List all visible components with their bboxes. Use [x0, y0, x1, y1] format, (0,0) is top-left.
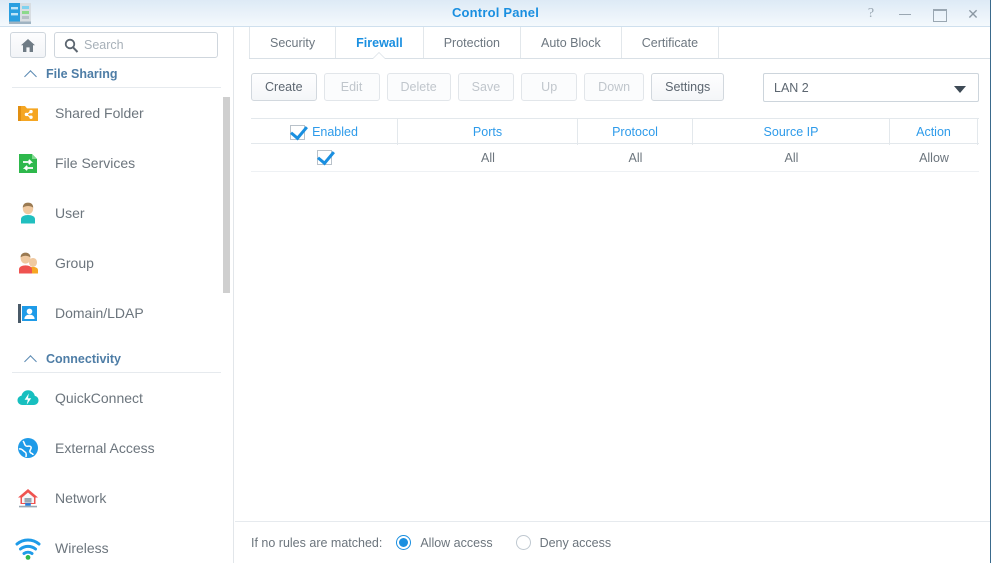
- wireless-icon: [14, 534, 42, 562]
- sidebar-item-label: Domain/LDAP: [55, 305, 144, 321]
- sidebar-item-wireless[interactable]: Wireless: [0, 523, 233, 563]
- table-row[interactable]: All All All Allow: [251, 144, 979, 172]
- network-icon: [14, 484, 42, 512]
- search-box[interactable]: [54, 32, 218, 58]
- sidebar-item-label: External Access: [55, 440, 155, 456]
- select-all-checkbox[interactable]: [290, 124, 306, 140]
- column-header-spacer: [978, 119, 979, 145]
- external-access-icon: [14, 434, 42, 462]
- cell-action: Allow: [919, 150, 949, 165]
- tab-security[interactable]: Security: [249, 27, 337, 58]
- default-rule-radio-group: Allow access Deny access: [396, 535, 625, 550]
- sidebar-item-label: Group: [55, 255, 94, 271]
- sidebar-item-shared-folder[interactable]: Shared Folder: [0, 88, 233, 138]
- cell-enabled[interactable]: [251, 144, 398, 171]
- maximize-icon[interactable]: [931, 6, 947, 22]
- column-header-source-ip[interactable]: Source IP: [693, 119, 890, 145]
- group-icon: [14, 249, 42, 277]
- tab-protection[interactable]: Protection: [424, 27, 521, 58]
- radio-allow-access[interactable]: [396, 535, 412, 550]
- file-services-icon: [14, 149, 42, 177]
- sidebar-section-file-sharing[interactable]: File Sharing: [12, 67, 221, 88]
- column-header-ports[interactable]: Ports: [398, 119, 578, 145]
- up-button[interactable]: Up: [521, 73, 578, 101]
- sidebar-item-label: Shared Folder: [55, 105, 144, 121]
- content-area: Security Firewall Protection Auto Block …: [235, 27, 990, 563]
- tab-firewall[interactable]: Firewall: [336, 27, 424, 58]
- save-button[interactable]: Save: [457, 73, 515, 101]
- radio-deny-access-label[interactable]: Deny access: [540, 536, 612, 550]
- sidebar-item-label: User: [55, 205, 85, 221]
- control-panel-window: Control Panel ? ✕ Search File Sharing Sh…: [0, 0, 991, 563]
- column-header-enabled[interactable]: Enabled: [251, 119, 398, 145]
- home-icon: [20, 38, 36, 53]
- chevron-up-icon: [26, 355, 38, 363]
- sidebar-item-user[interactable]: User: [0, 188, 233, 238]
- sidebar-scroll-area: File Sharing Shared Folder File Services…: [0, 67, 233, 563]
- home-button[interactable]: [10, 32, 46, 58]
- sidebar-item-network[interactable]: Network: [0, 473, 233, 523]
- sidebar-section-label: Connectivity: [46, 352, 122, 366]
- quickconnect-icon: [14, 384, 42, 412]
- cell-source-ip: All: [784, 150, 799, 165]
- sidebar-scrollbar-thumb[interactable]: [223, 97, 230, 293]
- chevron-up-icon: [26, 70, 38, 78]
- window-controls: [863, 0, 981, 27]
- create-button[interactable]: Create: [251, 73, 317, 101]
- sidebar-item-group[interactable]: Group: [0, 238, 233, 288]
- help-icon[interactable]: [863, 6, 879, 22]
- default-rule-label: If no rules are matched:: [251, 535, 383, 550]
- title-bar: Control Panel: [0, 0, 990, 27]
- sidebar-item-label: File Services: [55, 155, 136, 171]
- radio-deny-access[interactable]: [515, 535, 531, 550]
- domain-ldap-icon: [14, 299, 42, 327]
- user-icon: [14, 199, 42, 227]
- shared-folder-icon: [14, 99, 42, 127]
- sidebar-section-label: File Sharing: [46, 67, 118, 81]
- tab-bar: Security Firewall Protection Auto Block …: [249, 27, 990, 59]
- sidebar-item-label: Wireless: [55, 540, 109, 556]
- sidebar-item-external-access[interactable]: External Access: [0, 423, 233, 473]
- minimize-icon[interactable]: [897, 6, 913, 22]
- sidebar-item-label: Network: [55, 490, 107, 506]
- firewall-rules-table: Enabled Ports Protocol Source IP Action …: [251, 118, 979, 172]
- row-enabled-checkbox[interactable]: [317, 150, 332, 165]
- delete-button[interactable]: Delete: [386, 73, 451, 101]
- sidebar-item-quickconnect[interactable]: QuickConnect: [0, 373, 233, 423]
- settings-button[interactable]: Settings: [651, 73, 725, 101]
- cell-ports: All: [481, 150, 495, 165]
- cell-spacer: [978, 144, 979, 171]
- table-header-row: Enabled Ports Protocol Source IP Action: [251, 118, 979, 145]
- sidebar: File Sharing Shared Folder: [0, 27, 234, 563]
- sidebar-item-domain-ldap[interactable]: Domain/LDAP: [0, 288, 233, 338]
- close-icon[interactable]: [965, 6, 981, 22]
- interface-select-value: LAN 2: [774, 80, 809, 95]
- column-header-action[interactable]: Action: [890, 119, 978, 145]
- sidebar-section-connectivity[interactable]: Connectivity: [12, 352, 221, 373]
- chevron-down-icon: [954, 86, 966, 93]
- column-header-label: Enabled: [312, 125, 358, 139]
- column-header-protocol[interactable]: Protocol: [578, 119, 693, 145]
- sidebar-toolbar: [0, 27, 233, 59]
- sidebar-item-file-services[interactable]: File Services: [0, 138, 233, 188]
- down-button[interactable]: Down: [584, 73, 645, 101]
- sidebar-item-label: QuickConnect: [55, 390, 143, 406]
- tab-auto-block[interactable]: Auto Block: [521, 27, 622, 58]
- tab-certificate[interactable]: Certificate: [622, 27, 720, 58]
- interface-select[interactable]: LAN 2: [763, 73, 979, 102]
- radio-allow-access-label[interactable]: Allow access: [420, 536, 492, 550]
- window-title: Control Panel: [451, 5, 540, 20]
- default-rule-footer: If no rules are matched: Allow access De…: [235, 521, 990, 563]
- edit-button[interactable]: Edit: [323, 73, 380, 101]
- search-input[interactable]: [84, 38, 209, 52]
- cell-protocol: All: [628, 150, 643, 165]
